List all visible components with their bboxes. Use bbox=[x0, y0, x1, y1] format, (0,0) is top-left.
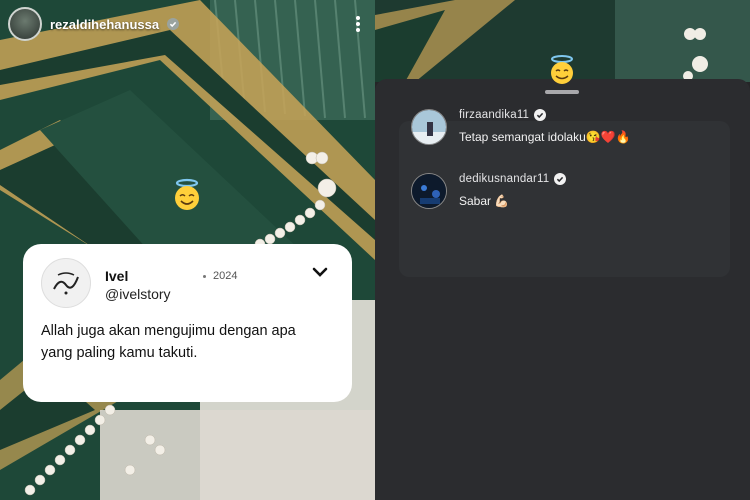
list-item[interactable]: firzaandika11 Tetap semangat idolaku😘❤️🔥 bbox=[411, 109, 631, 145]
comments-list: firzaandika11 Tetap semangat idolaku😘❤️🔥… bbox=[399, 109, 730, 277]
smiling-halo-emoji-icon bbox=[551, 55, 573, 84]
comment-username[interactable]: firzaandika11 bbox=[459, 109, 631, 121]
verified-icon bbox=[167, 18, 180, 30]
avatar[interactable] bbox=[411, 173, 447, 209]
calligraphy-logo-icon bbox=[53, 272, 79, 295]
comments-view: firzaandika11 Tetap semangat idolaku😘❤️🔥… bbox=[375, 0, 750, 500]
avatar[interactable] bbox=[8, 7, 42, 41]
card-date: 2024 bbox=[203, 270, 237, 282]
verified-icon bbox=[554, 173, 567, 185]
comment-text: Sabar 💪🏻 bbox=[459, 194, 510, 208]
list-item[interactable]: dedikusnandar11 Sabar 💪🏻 bbox=[411, 173, 567, 209]
chevron-down-icon[interactable] bbox=[310, 264, 330, 280]
smiling-halo-emoji-icon bbox=[175, 178, 199, 210]
card-quote-text: Allah juga akan mengujimu dengan apa yan… bbox=[41, 323, 296, 361]
more-options-icon[interactable] bbox=[351, 14, 365, 34]
story-header: rezaldihehanussa bbox=[8, 7, 365, 41]
sheet-drag-handle[interactable] bbox=[545, 90, 579, 94]
tweet-card[interactable]: Ivel @ivelstory 2024 Allah juga akan men… bbox=[23, 244, 352, 402]
comment-text: Tetap semangat idolaku😘❤️🔥 bbox=[459, 130, 631, 144]
story-username[interactable]: rezaldihehanussa bbox=[50, 17, 159, 32]
comment-username[interactable]: dedikusnandar11 bbox=[459, 173, 567, 185]
verified-icon bbox=[534, 109, 547, 121]
story-view[interactable]: rezaldihehanussa Ivel @ivelstory 2024 Al… bbox=[0, 0, 375, 500]
card-year: 2024 bbox=[213, 270, 238, 282]
card-avatar bbox=[41, 258, 91, 308]
card-author-name: Ivel bbox=[105, 268, 129, 284]
avatar[interactable] bbox=[411, 109, 447, 145]
card-author-handle: @ivelstory bbox=[105, 286, 171, 302]
